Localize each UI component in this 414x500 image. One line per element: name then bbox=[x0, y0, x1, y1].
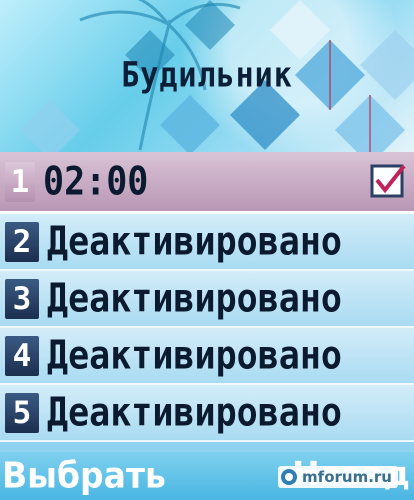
alarm-number-badge: 3 bbox=[5, 278, 39, 319]
page-title: Будильник bbox=[121, 55, 293, 96]
alarm-row-4[interactable]: 4 Деактивировано bbox=[0, 328, 414, 385]
alarm-status-label: Деактивировано bbox=[47, 219, 343, 264]
watermark: mforum.ru bbox=[278, 466, 398, 488]
checkbox-checked-icon[interactable] bbox=[370, 162, 408, 200]
select-softkey[interactable]: Выбрать bbox=[2, 454, 166, 496]
alarm-row-5[interactable]: 5 Деактивировано bbox=[0, 385, 414, 442]
alarm-number-badge: 4 bbox=[5, 335, 39, 376]
header-wallpaper: Будильник bbox=[0, 0, 414, 152]
mforum-logo-icon bbox=[281, 469, 298, 485]
alarm-number-badge: 5 bbox=[5, 392, 39, 433]
alarm-number-badge: 1 bbox=[5, 161, 35, 202]
alarm-row-1[interactable]: 1 02:00 bbox=[0, 152, 414, 214]
softkey-bar: Выбрать Назад mforum.ru bbox=[0, 452, 414, 500]
alarm-status-label: Деактивировано bbox=[47, 333, 343, 378]
alarm-time-label: 02:00 bbox=[43, 159, 149, 204]
alarm-number-badge: 2 bbox=[5, 221, 39, 262]
alarm-status-label: Деактивировано bbox=[47, 276, 343, 321]
alarm-row-2[interactable]: 2 Деактивировано bbox=[0, 214, 414, 271]
alarm-row-3[interactable]: 3 Деактивировано bbox=[0, 271, 414, 328]
alarm-list: 1 02:00 2 Деактивировано 3 Деактивирован… bbox=[0, 152, 414, 442]
watermark-text: mforum.ru bbox=[302, 468, 392, 486]
alarm-status-label: Деактивировано bbox=[47, 390, 343, 435]
